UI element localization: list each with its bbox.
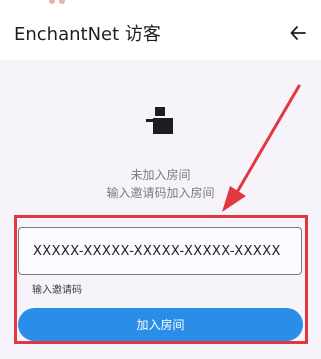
status-bar — [0, 0, 321, 8]
arrow-left-icon — [290, 26, 306, 40]
app-bar-title: EnchantNet 访客 — [14, 24, 161, 45]
status-icon — [59, 0, 65, 4]
empty-state-hint: 输入邀请码加入房间 — [106, 186, 215, 200]
app-bar: EnchantNet 访客 — [0, 8, 321, 60]
empty-inbox-icon — [146, 107, 173, 134]
invite-code-helper: 输入邀请码 — [32, 285, 82, 296]
invite-code-input[interactable] — [33, 243, 287, 259]
back-button[interactable] — [285, 20, 311, 46]
guest-screen: EnchantNet 访客 未加入房间 输入邀请码加入房间 输入邀请码 加入房间 — [0, 0, 321, 359]
join-room-button[interactable]: 加入房间 — [18, 308, 303, 341]
invite-code-field[interactable] — [18, 227, 302, 275]
status-icon — [49, 0, 55, 4]
empty-state-title: 未加入房间 — [130, 168, 191, 182]
